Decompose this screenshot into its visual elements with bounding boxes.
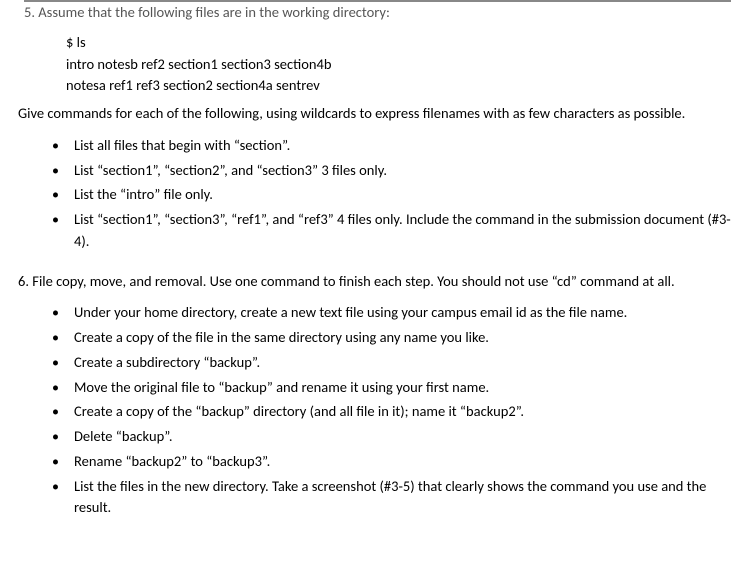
list-item: Create a copy of the file in the same di… [18,327,733,349]
list-item: List the files in the new directory. Tak… [18,476,733,520]
shell-prompt-line: $ ls [66,32,733,54]
bullet-text: List “section1”, “section3”, “ref1”, and… [74,210,731,250]
list-item: List “section1”, “section2”, and “sectio… [18,160,733,182]
bullet-text: Delete “backup”. [74,427,173,445]
bullet-text: List the files in the new directory. Tak… [74,477,706,517]
bullet-text: Create a copy of the file in the same di… [74,328,489,346]
question-5-title: 5. Assume that the following files are i… [24,2,731,26]
bullet-text: Under your home directory, create a new … [74,303,627,321]
list-item: Delete “backup”. [18,426,733,448]
bullet-text: List all files that begin with “section”… [74,136,290,154]
bullet-text: Create a copy of the “backup” directory … [74,402,524,420]
list-item: Create a subdirectory “backup”. [18,352,733,374]
question-5: 5. Assume that the following files are i… [24,0,731,26]
question-5-bullets: List all files that begin with “section”… [18,135,733,253]
bullet-text: Create a subdirectory “backup”. [74,353,260,371]
document-page: 5. Assume that the following files are i… [0,0,751,555]
question-6-bullets: Under your home directory, create a new … [18,302,733,519]
list-item: Rename “backup2” to “backup3”. [18,451,733,473]
bullet-text: List the “intro” file only. [74,185,213,203]
question-6-title: 6. File copy, move, and removal. Use one… [18,271,733,293]
bullet-text: List “section1”, “section2”, and “sectio… [74,161,387,179]
list-item: List “section1”, “section3”, “ref1”, and… [18,209,733,253]
list-item: List all files that begin with “section”… [18,135,733,157]
ls-output-line-1: intro notesb ref2 section1 section3 sect… [66,54,733,76]
ls-output-block: $ ls intro notesb ref2 section1 section3… [66,32,733,97]
bullet-text: Rename “backup2” to “backup3”. [74,452,270,470]
list-item: Under your home directory, create a new … [18,302,733,324]
question-5-instruction: Give commands for each of the following,… [18,103,733,125]
list-item: List the “intro” file only. [18,184,733,206]
list-item: Move the original file to “backup” and r… [18,377,733,399]
ls-output-line-2: notesa ref1 ref3 section2 section4a sent… [66,75,733,97]
list-item: Create a copy of the “backup” directory … [18,401,733,423]
bullet-text: Move the original file to “backup” and r… [74,378,489,396]
